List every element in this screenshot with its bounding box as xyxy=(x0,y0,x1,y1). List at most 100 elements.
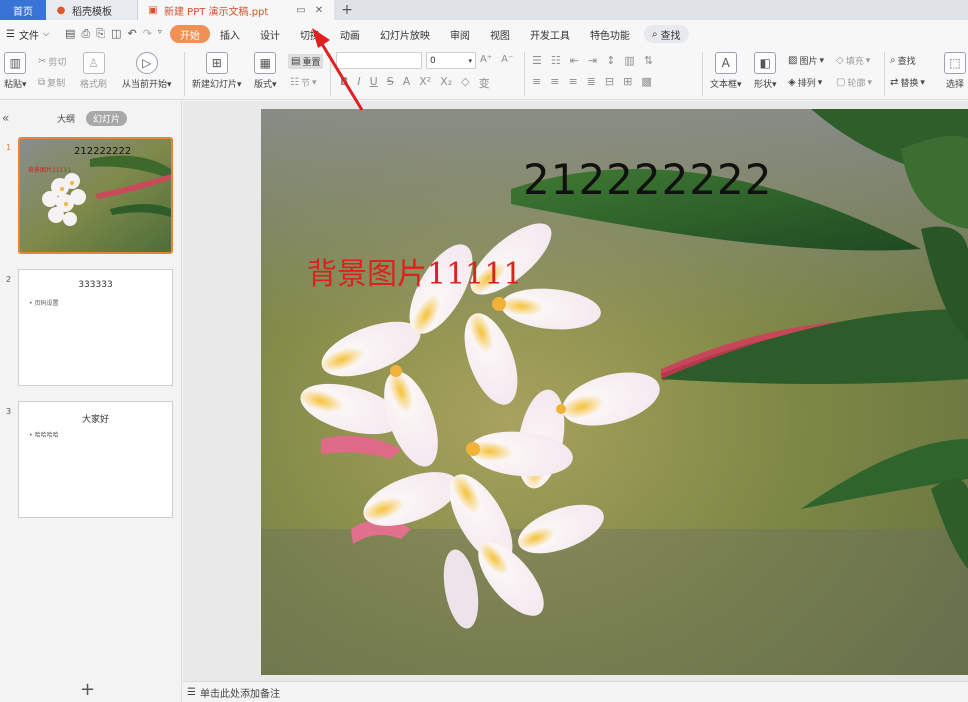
distribute-icon[interactable]: ⊟ xyxy=(605,75,614,88)
file-menu[interactable]: ☰ 文件 ⌵ xyxy=(6,27,57,42)
tab-start[interactable]: 开始 xyxy=(169,25,210,43)
copy-button[interactable]: ⧉ 复制 xyxy=(38,76,65,89)
outline-button[interactable]: ▢ 轮廓 ▾ xyxy=(836,76,872,89)
search-button[interactable]: ⌕ 查找 xyxy=(643,25,689,43)
subscript-icon[interactable]: X₂ xyxy=(440,75,452,91)
slide-thumbnail-1[interactable]: 212222222 背景图片11111 xyxy=(18,137,173,254)
collapse-panel-icon[interactable]: « xyxy=(2,111,9,125)
line-spacing-icon[interactable]: ↕ xyxy=(606,54,615,67)
layout-button[interactable]: ▦ 版式▾ xyxy=(254,52,277,90)
tab-insert[interactable]: 插入 xyxy=(210,25,250,43)
play-from-current-button[interactable]: ▷ 从当前开始▾ xyxy=(122,52,172,90)
slide-subtitle-text[interactable]: 背景图片11111 xyxy=(307,249,522,293)
print-icon[interactable]: ⎘ xyxy=(96,27,105,41)
select-button[interactable]: ⬚ 选择 xyxy=(944,52,966,90)
wps-presentation-window: 首页 ● 稻壳模板 ▣ 新建 PPT 演示文稿.ppt ▭ ✕ + ☰ 文件 ⌵… xyxy=(0,0,968,702)
tab-document[interactable]: ▣ 新建 PPT 演示文稿.ppt ▭ ✕ xyxy=(138,0,334,20)
play-from-current-label: 从当前开始▾ xyxy=(122,80,172,90)
tab-transition[interactable]: 切换 xyxy=(290,25,330,43)
char-spacing-icon[interactable]: 变 xyxy=(479,75,490,91)
format-painter-button[interactable]: ♙ 格式刷 xyxy=(80,52,107,90)
increase-indent-icon[interactable]: ⇥ xyxy=(588,54,597,67)
increase-font-icon[interactable]: A⁺ xyxy=(480,54,492,65)
redo-icon[interactable]: ↷ xyxy=(143,27,152,41)
vertical-align-icon[interactable]: ⊞ xyxy=(623,75,632,88)
slide-editor: 212222222 背景图片11111 xyxy=(183,101,968,681)
align-right-icon[interactable]: ≡ xyxy=(568,75,577,88)
pin-icon[interactable]: ▭ xyxy=(294,3,308,17)
preview-icon[interactable]: ◫ xyxy=(111,27,121,41)
tab-templates[interactable]: ● 稻壳模板 xyxy=(46,0,138,20)
undo-icon[interactable]: ↶ xyxy=(127,27,136,41)
tab-developer[interactable]: 开发工具 xyxy=(520,25,580,43)
paste-button[interactable]: ▥ 粘贴▾ xyxy=(4,52,27,90)
add-slide-button[interactable]: + xyxy=(80,679,95,700)
customize-icon[interactable]: ▿ xyxy=(158,27,162,41)
tab-animation[interactable]: 动画 xyxy=(330,25,370,43)
new-tab-button[interactable]: + xyxy=(334,0,360,20)
section-button[interactable]: ☷ 节 ▾ xyxy=(290,76,317,89)
copy-label: 复制 xyxy=(47,79,66,89)
replace-label: 替换 xyxy=(900,79,919,89)
brush-icon: ♙ xyxy=(82,52,105,74)
ribbon-divider xyxy=(330,52,331,96)
underline-icon[interactable]: U xyxy=(370,75,378,91)
cut-button[interactable]: ✂ 剪切 xyxy=(38,55,66,68)
tab-view[interactable]: 视图 xyxy=(480,25,520,43)
slide-number: 2 xyxy=(6,275,12,284)
decrease-indent-icon[interactable]: ⇤ xyxy=(570,54,579,67)
fill-label: 填充 xyxy=(845,57,864,67)
tab-features[interactable]: 特色功能 xyxy=(580,25,640,43)
strikethrough-icon[interactable]: S xyxy=(387,75,394,91)
layout-icon: ▦ xyxy=(254,52,277,74)
fill-button[interactable]: ◇ 填充 ▾ xyxy=(836,54,870,67)
layout-label: 版式▾ xyxy=(254,80,277,90)
notes-bar[interactable]: ☰ 单击此处添加备注 xyxy=(183,681,968,702)
justify-icon[interactable]: ≣ xyxy=(587,75,596,88)
shape-button[interactable]: ◧ 形状▾ xyxy=(754,52,777,90)
slide-thumbnail-2[interactable]: 333333 • 页码设置 xyxy=(18,269,173,386)
font-size-select[interactable]: 0 ▾ xyxy=(426,52,476,69)
current-slide[interactable]: 212222222 背景图片11111 xyxy=(261,109,968,675)
new-slide-button[interactable]: ⊞ 新建幻灯片▾ xyxy=(192,52,242,90)
export-icon[interactable]: ⎙ xyxy=(81,27,90,41)
superscript-icon[interactable]: X² xyxy=(419,75,431,91)
thumb-2-bullet: • 页码设置 xyxy=(29,300,59,307)
paste-label: 粘贴▾ xyxy=(4,80,27,90)
italic-icon[interactable]: I xyxy=(357,75,360,91)
save-icon[interactable]: ▤ xyxy=(65,27,75,41)
slide-title-text[interactable]: 212222222 xyxy=(523,155,773,204)
replace-button[interactable]: ⇄ 替换 ▾ xyxy=(890,76,925,89)
tab-slides[interactable]: 幻灯片 xyxy=(86,111,128,126)
find-button[interactable]: ⌕ 查找 xyxy=(890,54,916,67)
tab-review[interactable]: 审阅 xyxy=(440,25,480,43)
font-name-select[interactable] xyxy=(336,52,422,69)
smart-art-icon[interactable]: ▩ xyxy=(641,75,651,88)
bullet-list-icon[interactable]: ☰ xyxy=(532,54,542,67)
reset-button[interactable]: ▤ 重置 xyxy=(288,54,324,69)
search-label: 查找 xyxy=(660,30,681,42)
arrange-button[interactable]: ◈ 排列 ▾ xyxy=(788,76,822,89)
align-left-icon[interactable]: ≡ xyxy=(532,75,541,88)
new-slide-icon: ⊞ xyxy=(205,52,228,74)
tab-design[interactable]: 设计 xyxy=(250,25,290,43)
tab-slideshow[interactable]: 幻灯片放映 xyxy=(370,25,440,43)
thumb-2-title: 333333 xyxy=(78,280,113,290)
format-painter-label: 格式刷 xyxy=(80,80,108,90)
picture-button[interactable]: ▨ 图片 ▾ xyxy=(788,54,824,67)
columns-icon[interactable]: ▥ xyxy=(624,54,634,67)
numbered-list-icon[interactable]: ☷ xyxy=(551,54,561,67)
font-color-icon[interactable]: A xyxy=(403,75,411,91)
text-box-button[interactable]: A 文本框▾ xyxy=(710,52,742,90)
tab-outline[interactable]: 大纲 xyxy=(50,111,82,126)
align-center-icon[interactable]: ≡ xyxy=(550,75,559,88)
close-tab-icon[interactable]: ✕ xyxy=(312,3,326,17)
ribbon-divider xyxy=(884,52,885,96)
clear-format-icon[interactable]: ◇ xyxy=(461,75,469,91)
decrease-font-icon[interactable]: A⁻ xyxy=(501,54,513,65)
text-direction-icon[interactable]: ⇅ xyxy=(644,54,653,67)
tab-home[interactable]: 首页 xyxy=(0,0,46,20)
bold-icon[interactable]: B xyxy=(340,75,348,91)
slide-thumbnail-3[interactable]: 大家好 • 哈哈哈哈 xyxy=(18,401,173,518)
ribbon-divider xyxy=(524,52,525,96)
